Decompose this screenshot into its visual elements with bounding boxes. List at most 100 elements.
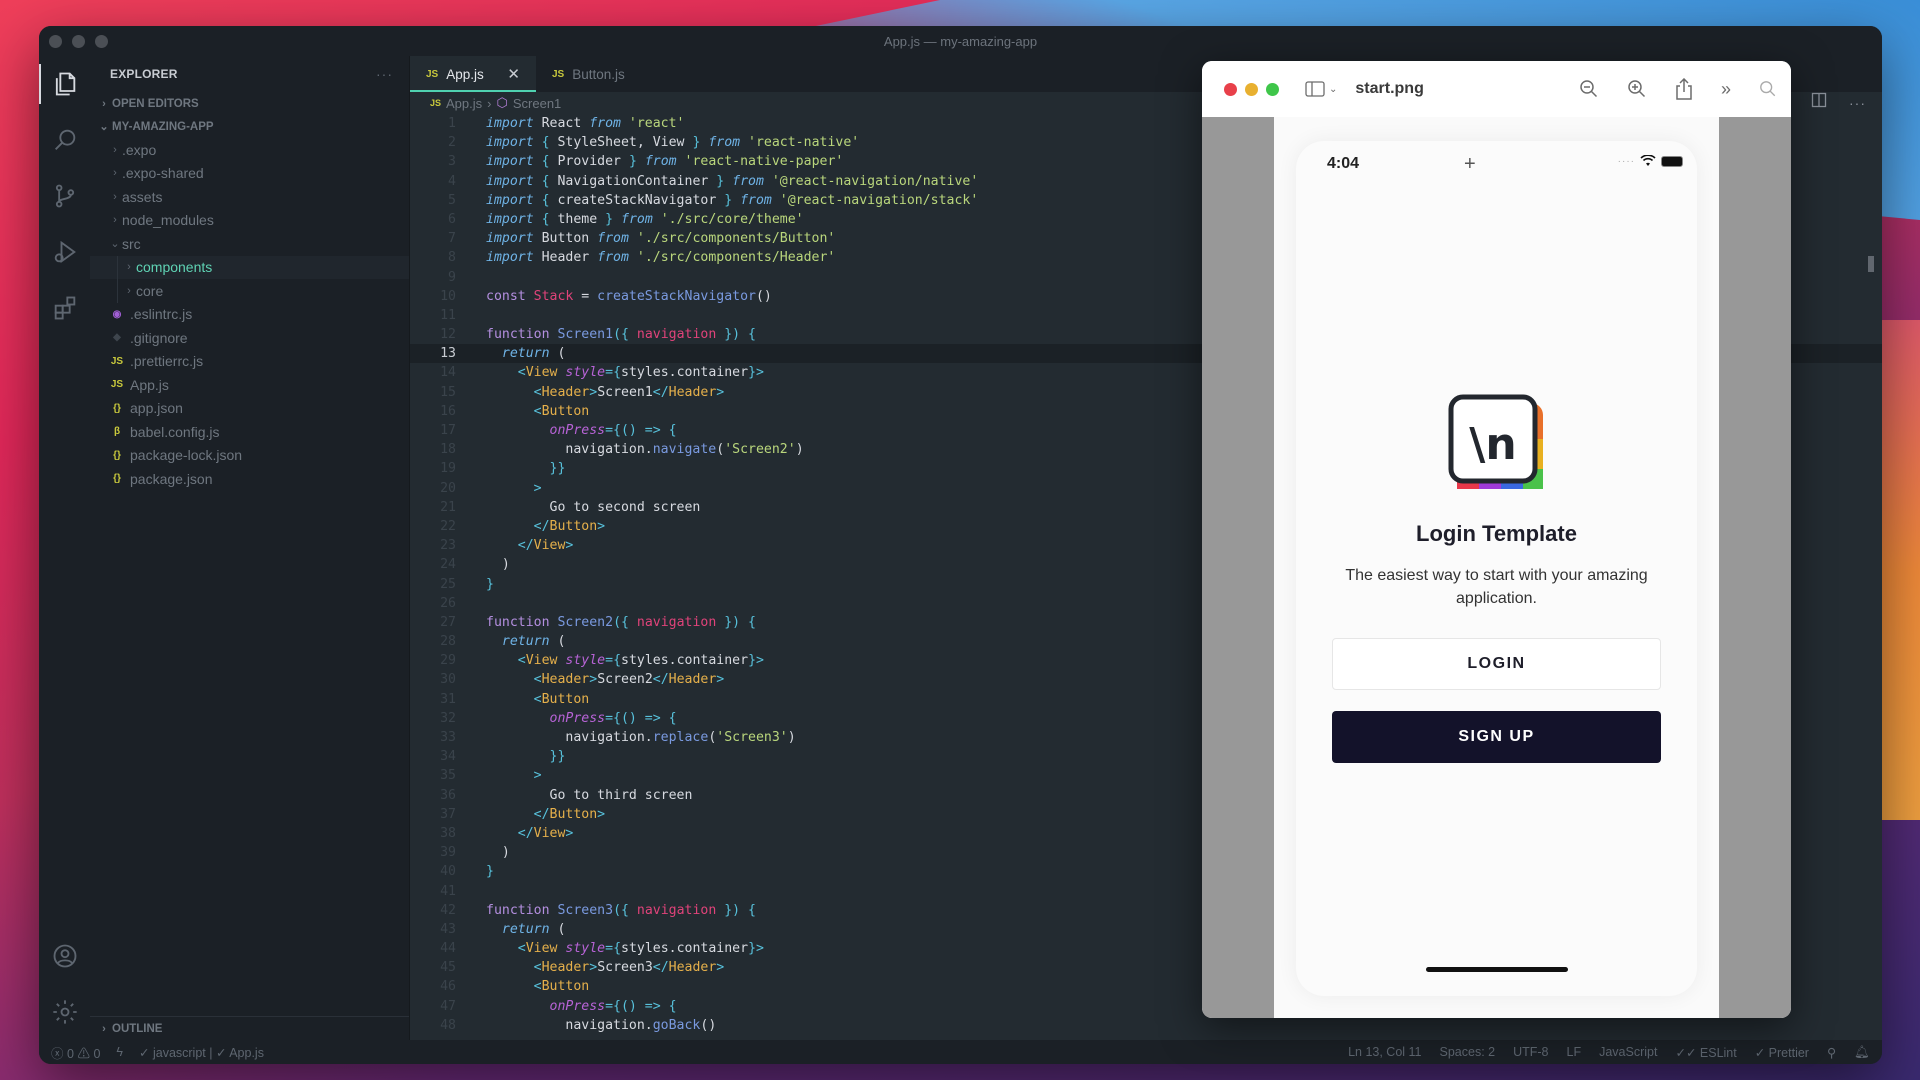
extensions-icon[interactable] xyxy=(39,280,90,336)
code-line[interactable]: 48 navigation.goBack() xyxy=(410,1016,1882,1035)
breadcrumb-symbol[interactable]: Screen1 xyxy=(513,96,561,111)
login-button[interactable]: LOGIN xyxy=(1332,638,1661,690)
tab-app-js[interactable]: JS App.js ✕ xyxy=(410,56,536,92)
tree-item[interactable]: › components xyxy=(90,255,409,279)
code-text: function Screen2({ navigation }) { xyxy=(456,613,756,632)
outline-section[interactable]: › OUTLINE xyxy=(90,1016,409,1040)
split-editor-icon[interactable] xyxy=(1811,92,1827,113)
problems-indicator[interactable]: ⓧ 0 ⚠ 0 xyxy=(51,1043,100,1062)
search-icon[interactable] xyxy=(39,112,90,168)
phone-status-icons: ···· xyxy=(1618,155,1683,167)
code-token: } xyxy=(708,173,733,189)
code-token: ) xyxy=(787,730,796,745)
line-number: 46 xyxy=(440,979,456,995)
tree-item[interactable]: › .expo xyxy=(90,138,409,162)
line-number: 25 xyxy=(440,576,456,592)
signup-button[interactable]: SIGN UP xyxy=(1332,711,1661,763)
tree-item[interactable]: › assets xyxy=(90,185,409,209)
symbol-cube-icon: ⬡ xyxy=(496,95,508,110)
code-token: return xyxy=(501,921,550,937)
tree-item[interactable]: JS .prettierrc.js xyxy=(90,350,409,374)
more-actions-icon[interactable]: ··· xyxy=(1849,95,1866,111)
minimap-slider[interactable] xyxy=(1868,256,1874,272)
breadcrumb-separator: › xyxy=(487,95,492,111)
tree-item[interactable]: › core xyxy=(90,279,409,303)
search-icon[interactable] xyxy=(1759,80,1777,98)
code-text: import React from 'react' xyxy=(456,114,685,133)
line-ending[interactable]: LF xyxy=(1567,1045,1582,1059)
close-tab-icon[interactable]: ✕ xyxy=(507,65,520,83)
tree-item[interactable]: β babel.config.js xyxy=(90,420,409,444)
code-token: Header xyxy=(668,384,717,400)
phone-time: 4:04 xyxy=(1327,155,1360,172)
code-token: './src/core/theme' xyxy=(652,211,804,227)
code-text: import { Provider } from 'react-native-p… xyxy=(456,152,843,171)
sidebar-toggle-button[interactable]: ⌄ xyxy=(1305,81,1337,97)
account-icon[interactable] xyxy=(39,928,90,984)
encoding[interactable]: UTF-8 xyxy=(1513,1045,1548,1059)
explorer-icon[interactable] xyxy=(39,56,90,112)
code-token: }> xyxy=(748,365,764,381)
cursor-position[interactable]: Ln 13, Col 11 xyxy=(1348,1045,1421,1059)
close-window-button[interactable] xyxy=(1224,82,1237,96)
code-token: ( xyxy=(549,921,566,937)
tree-item[interactable]: ◆ .gitignore xyxy=(90,326,409,350)
open-editors-section[interactable]: › OPEN EDITORS xyxy=(90,92,409,115)
tree-item[interactable]: › node_modules xyxy=(90,209,409,233)
tree-item-label: package.json xyxy=(130,470,213,487)
settings-gear-icon[interactable] xyxy=(39,984,90,1040)
tree-item[interactable]: ⌄ src xyxy=(90,232,409,256)
maximize-window-button[interactable] xyxy=(1266,82,1279,96)
tree-item-label: .gitignore xyxy=(130,329,188,346)
language-mode[interactable]: JavaScript xyxy=(1599,1045,1657,1059)
line-number: 6 xyxy=(448,211,456,227)
tab-button-js[interactable]: JS Button.js xyxy=(536,56,641,92)
chevron-down-icon: ⌄ xyxy=(1329,83,1338,95)
feedback-icon[interactable]: ⚲ xyxy=(1827,1045,1836,1060)
tree-item-label: .prettierrc.js xyxy=(130,353,204,370)
code-token: from xyxy=(740,192,772,208)
code-token: return xyxy=(501,346,550,362)
notifications-bell-icon[interactable]: 🔔︎ xyxy=(1854,1045,1870,1060)
line-number: 19 xyxy=(440,461,456,477)
more-actions-icon[interactable]: ··· xyxy=(376,66,393,82)
code-token: Screen1 xyxy=(549,327,614,343)
line-number: 23 xyxy=(440,538,456,554)
code-token: ={ xyxy=(605,365,622,381)
code-text: import { StyleSheet, View } from 'react-… xyxy=(456,133,859,152)
tree-item[interactable]: ◉ .eslintrc.js xyxy=(90,303,409,327)
tree-item[interactable]: JS App.js xyxy=(90,373,409,397)
code-token: Button xyxy=(541,403,590,419)
code-token: import xyxy=(486,154,534,170)
warning-icon: ⚠ xyxy=(77,1046,90,1061)
lightning-icon[interactable]: ϟ xyxy=(116,1045,123,1059)
tree-item[interactable]: {} package.json xyxy=(90,467,409,491)
prettier-status[interactable]: ✓ Prettier xyxy=(1755,1045,1809,1060)
tree-item[interactable]: {} package-lock.json xyxy=(90,444,409,468)
code-token: '@react-navigation/stack' xyxy=(771,192,979,208)
eslint-status[interactable]: ✓✓ ESLint xyxy=(1675,1045,1736,1060)
tree-item[interactable]: › .expo-shared xyxy=(90,162,409,186)
more-tools-icon[interactable]: » xyxy=(1721,79,1731,100)
zoom-out-icon[interactable] xyxy=(1579,79,1599,99)
line-number: 42 xyxy=(440,902,456,918)
minimize-window-button[interactable] xyxy=(1245,82,1258,96)
breadcrumb-file[interactable]: App.js xyxy=(446,96,482,111)
source-control-icon[interactable] xyxy=(39,168,90,224)
zoom-in-icon[interactable] xyxy=(1627,79,1647,99)
share-icon[interactable] xyxy=(1675,78,1693,100)
run-debug-icon[interactable] xyxy=(39,224,90,280)
tree-item[interactable]: {} app.json xyxy=(90,397,409,421)
language-check[interactable]: ✓ javascript | ✓ App.js xyxy=(139,1045,264,1060)
indentation[interactable]: Spaces: 2 xyxy=(1440,1045,1496,1059)
code-token: > xyxy=(716,384,725,400)
code-token: ( xyxy=(549,634,566,650)
code-text: </View> xyxy=(456,824,574,843)
project-section[interactable]: ⌄ MY-AMAZING-APP xyxy=(90,115,409,138)
json-icon: {} xyxy=(113,402,121,414)
